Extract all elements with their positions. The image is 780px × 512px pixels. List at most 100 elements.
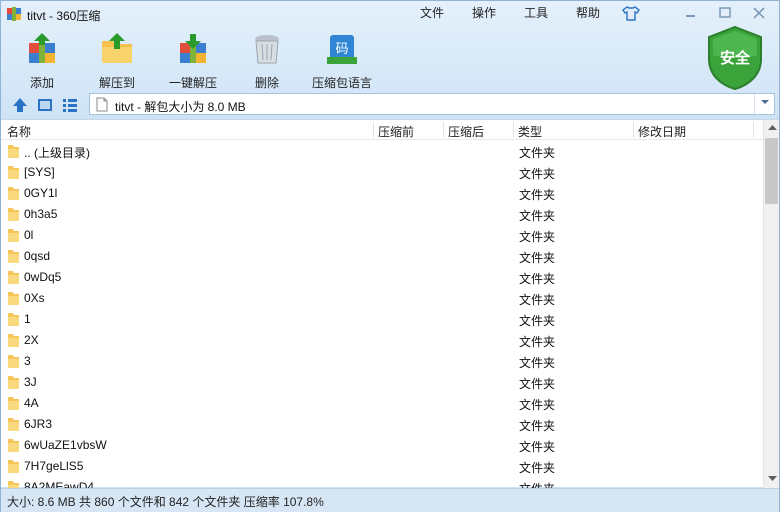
folder-icon (8, 250, 19, 263)
file-name: 1 (24, 312, 31, 326)
file-type: 文件夹 (519, 314, 556, 328)
file-type: 文件夹 (519, 377, 556, 391)
address-bar[interactable]: titvt - 解包大小为 8.0 MB (89, 93, 775, 115)
extract-to-button[interactable]: 解压到 (93, 31, 141, 90)
file-name: 6wUaZE1vbsW (24, 438, 107, 452)
minimize-button[interactable] (679, 4, 703, 22)
file-row[interactable]: 4A 文件夹 (1, 393, 763, 414)
folder-icon (8, 376, 19, 389)
column-size-after[interactable]: 压缩后 (448, 123, 484, 140)
column-type[interactable]: 类型 (518, 123, 542, 140)
archive-language-label: 压缩包语言 (311, 76, 372, 90)
folder-icon (8, 187, 19, 200)
file-row[interactable]: 6wUaZE1vbsW 文件夹 (1, 435, 763, 456)
file-type: 文件夹 (519, 230, 556, 244)
archive-language-button[interactable]: 码 压缩包语言 (309, 31, 375, 90)
file-row[interactable]: 0h3a5 文件夹 (1, 204, 763, 225)
file-row[interactable]: 1 文件夹 (1, 309, 763, 330)
extract-to-label: 解压到 (98, 76, 135, 90)
up-folder-icon[interactable] (11, 96, 29, 114)
file-type: 文件夹 (519, 146, 556, 160)
file-row[interactable]: 0l 文件夹 (1, 225, 763, 246)
safe-shield-icon[interactable]: 安全 (705, 25, 765, 91)
maximize-button[interactable] (713, 4, 737, 22)
file-row[interactable]: 3J 文件夹 (1, 372, 763, 393)
file-name: [SYS] (24, 165, 55, 179)
maximize-icon (719, 7, 731, 18)
svg-text:码: 码 (335, 42, 348, 57)
menu-file[interactable]: 文件 (406, 5, 458, 23)
folder-icon (8, 460, 19, 473)
thumbnail-view-icon[interactable] (36, 96, 54, 114)
list-header: 名称 压缩前 压缩后 类型 修改日期 (1, 120, 763, 140)
file-name: 0GY1l (24, 186, 58, 200)
menu-help[interactable]: 帮助 (562, 5, 614, 23)
column-size-before[interactable]: 压缩前 (378, 123, 414, 140)
toolbar: 添加 解压到 一键解压 删除 码 压缩包语言 (1, 27, 701, 90)
one-click-extract-label: 一键解压 (168, 76, 217, 90)
add-archive-icon (29, 33, 55, 63)
list-view-icon[interactable] (61, 96, 79, 114)
close-button[interactable] (747, 4, 771, 22)
file-type: 文件夹 (519, 356, 556, 370)
file-type: 文件夹 (519, 167, 556, 181)
file-type: 文件夹 (519, 209, 556, 223)
column-divider[interactable] (443, 122, 444, 138)
file-name: 2X (24, 333, 39, 347)
file-name: 3 (24, 354, 31, 368)
file-row[interactable]: 7H7geLlS5 文件夹 (1, 456, 763, 477)
column-divider[interactable] (373, 122, 374, 138)
scroll-up-button[interactable] (764, 120, 780, 136)
file-row[interactable]: 3 文件夹 (1, 351, 763, 372)
status-bar: 大小: 8.6 MB 共 860 个文件和 842 个文件夹 压缩率 107.8… (1, 488, 779, 512)
column-divider[interactable] (513, 122, 514, 138)
folder-icon (8, 313, 19, 326)
one-click-extract-button[interactable]: 一键解压 (167, 31, 219, 90)
folder-icon (8, 145, 19, 158)
file-name: .. (上级目录) (24, 146, 90, 160)
scroll-down-button[interactable] (764, 472, 780, 488)
file-row[interactable]: .. (上级目录) 文件夹 (1, 141, 763, 162)
file-row[interactable]: 6JR3 文件夹 (1, 414, 763, 435)
folder-icon (8, 208, 19, 221)
vertical-scrollbar[interactable] (763, 120, 779, 488)
column-divider[interactable] (633, 122, 634, 138)
column-divider[interactable] (753, 122, 754, 138)
file-name: 0h3a5 (24, 207, 58, 221)
file-row[interactable]: 0qsd 文件夹 (1, 246, 763, 267)
scroll-thumb[interactable] (765, 138, 778, 204)
skin-icon[interactable] (621, 5, 641, 21)
file-type: 文件夹 (519, 440, 556, 454)
delete-icon (255, 35, 279, 64)
file-name: 0l (24, 228, 34, 242)
file-row[interactable]: 2X 文件夹 (1, 330, 763, 351)
archive-language-icon: 码 (327, 35, 357, 64)
file-type: 文件夹 (519, 335, 556, 349)
file-type: 文件夹 (519, 419, 556, 433)
file-row[interactable]: 8A2MEawD4 文件夹 (1, 477, 763, 488)
add-label: 添加 (29, 76, 54, 90)
file-row[interactable]: 0wDq5 文件夹 (1, 267, 763, 288)
menu-operation[interactable]: 操作 (458, 5, 510, 23)
file-name: 3J (24, 375, 37, 389)
column-modified[interactable]: 修改日期 (638, 123, 686, 140)
folder-icon (8, 481, 19, 488)
address-dropdown-button[interactable] (754, 94, 774, 114)
folder-icon (8, 292, 19, 305)
column-name[interactable]: 名称 (7, 123, 31, 140)
file-row[interactable]: 0Xs 文件夹 (1, 288, 763, 309)
scroll-down-icon (767, 476, 777, 481)
minimize-icon (686, 15, 695, 17)
delete-label: 删除 (254, 76, 279, 90)
file-row[interactable]: 0GY1l 文件夹 (1, 183, 763, 204)
safe-badge-text: 安全 (720, 49, 751, 67)
file-row[interactable]: [SYS] 文件夹 (1, 162, 763, 183)
title-bar: titvt - 360压缩 文件 操作 工具 帮助 (1, 1, 779, 27)
folder-icon (8, 439, 19, 452)
menu-tools[interactable]: 工具 (510, 5, 562, 23)
menu-bar: 文件 操作 工具 帮助 (406, 5, 614, 23)
delete-button[interactable]: 删除 (247, 31, 287, 90)
add-button[interactable]: 添加 (19, 31, 65, 90)
file-type: 文件夹 (519, 251, 556, 265)
file-type: 文件夹 (519, 272, 556, 286)
